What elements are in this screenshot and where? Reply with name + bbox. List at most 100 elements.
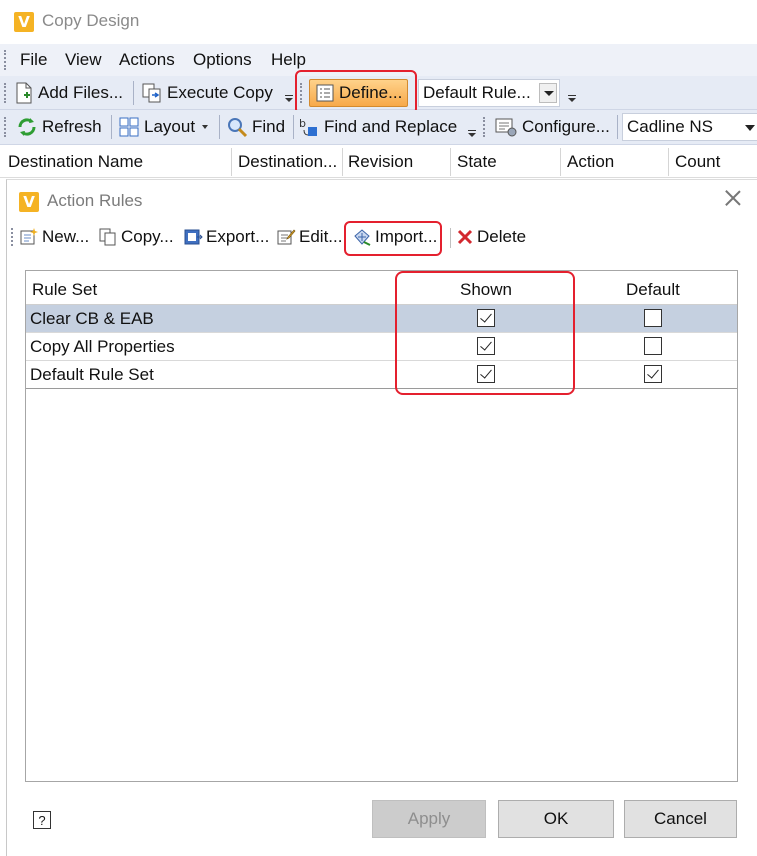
delete-rule-label: Delete bbox=[477, 227, 527, 246]
refresh-label: Refresh bbox=[42, 117, 102, 136]
rule-set-combo-value: Default Rule... bbox=[423, 83, 531, 102]
dialog-toolbar-grip[interactable] bbox=[11, 228, 14, 246]
toolbar-overflow-icon[interactable] bbox=[568, 95, 576, 103]
default-checkbox[interactable] bbox=[644, 309, 662, 327]
rule-set-combo[interactable]: Default Rule... bbox=[418, 79, 560, 107]
new-doc-icon bbox=[19, 227, 39, 247]
export-rule-button[interactable]: Export... bbox=[183, 224, 269, 250]
execute-copy-button[interactable]: Execute Copy bbox=[141, 79, 273, 107]
cancel-button[interactable]: Cancel bbox=[624, 800, 737, 838]
chevron-down-icon[interactable] bbox=[745, 125, 755, 131]
column-state[interactable]: State bbox=[457, 152, 497, 172]
toolbar-separator bbox=[111, 115, 112, 139]
export-rule-label: Export... bbox=[206, 227, 270, 246]
define-highlight-box bbox=[295, 70, 417, 115]
new-rule-button[interactable]: New... bbox=[19, 224, 89, 250]
toolbar2b-grip[interactable] bbox=[483, 117, 486, 137]
find-replace-button[interactable]: b Find and Replace bbox=[298, 113, 457, 141]
copy-rule-button[interactable]: Copy... bbox=[98, 224, 174, 250]
table-row[interactable]: Default Rule Set bbox=[26, 361, 737, 389]
default-checkbox[interactable] bbox=[644, 365, 662, 383]
toolbar-separator bbox=[219, 115, 220, 139]
menu-view[interactable]: View bbox=[65, 50, 102, 70]
layout-label: Layout bbox=[144, 117, 196, 136]
toolbar-overflow-icon[interactable] bbox=[285, 95, 293, 103]
column-destination-name[interactable]: Destination Name bbox=[8, 152, 143, 172]
menu-actions[interactable]: Actions bbox=[119, 50, 175, 70]
rule-set-grid: Rule Set Shown Default Clear CB & EAB Co… bbox=[25, 270, 738, 782]
apply-button[interactable]: Apply bbox=[372, 800, 486, 838]
dialog-title: Action Rules bbox=[47, 191, 143, 210]
main-toolbar: Add Files... Execute Copy Define... Defa… bbox=[0, 70, 757, 115]
help-button[interactable]: ? bbox=[33, 811, 51, 829]
toolbar-separator bbox=[293, 115, 294, 139]
column-divider[interactable] bbox=[668, 148, 669, 176]
column-action[interactable]: Action bbox=[567, 152, 614, 172]
header-default[interactable]: Default bbox=[626, 280, 680, 300]
configure-button[interactable]: Configure... bbox=[494, 113, 610, 141]
rule-grid-header: Rule Set Shown Default bbox=[26, 271, 737, 305]
vault-logo-icon: V bbox=[14, 12, 34, 32]
find-button[interactable]: Find bbox=[226, 113, 285, 141]
toolbar1-grip[interactable] bbox=[4, 83, 7, 103]
copy-icon bbox=[98, 227, 118, 247]
search-icon bbox=[226, 116, 248, 138]
toolbar-separator bbox=[617, 115, 618, 139]
default-checkbox[interactable] bbox=[644, 337, 662, 355]
add-file-icon bbox=[14, 82, 34, 104]
shown-column-highlight-box bbox=[395, 271, 575, 395]
header-rule-set[interactable]: Rule Set bbox=[32, 280, 97, 300]
table-row[interactable]: Clear CB & EAB bbox=[26, 305, 737, 333]
delete-rule-button[interactable]: Delete bbox=[456, 224, 526, 250]
toolbar2-grip[interactable] bbox=[4, 117, 7, 137]
config-combo-value: Cadline NS bbox=[627, 117, 713, 136]
configure-label: Configure... bbox=[522, 117, 610, 136]
edit-rule-label: Edit... bbox=[299, 227, 343, 246]
toolbar-overflow-icon[interactable] bbox=[468, 130, 476, 138]
menubar-grip[interactable] bbox=[4, 50, 7, 70]
ok-button[interactable]: OK bbox=[498, 800, 614, 838]
column-divider[interactable] bbox=[560, 148, 561, 176]
destination-grid-header: Destination Name Destination... Revision… bbox=[0, 146, 757, 178]
secondary-toolbar: Refresh Layout Find b Find and Replace C… bbox=[0, 110, 757, 145]
column-revision[interactable]: Revision bbox=[348, 152, 413, 172]
rule-set-name: Default Rule Set bbox=[30, 365, 154, 384]
window-titlebar: V Copy Design bbox=[0, 0, 757, 44]
chevron-down-icon bbox=[202, 125, 209, 129]
layout-grid-icon bbox=[118, 116, 140, 138]
delete-icon bbox=[456, 228, 474, 246]
svg-text:b: b bbox=[299, 117, 306, 130]
add-files-label: Add Files... bbox=[38, 83, 124, 102]
menu-help[interactable]: Help bbox=[271, 50, 306, 70]
edit-rule-button[interactable]: Edit... bbox=[276, 224, 342, 250]
close-icon[interactable] bbox=[723, 188, 743, 208]
find-replace-label: Find and Replace bbox=[324, 117, 458, 136]
chevron-down-icon[interactable] bbox=[539, 83, 557, 103]
vault-logo-icon: V bbox=[19, 192, 39, 212]
column-divider[interactable] bbox=[342, 148, 343, 176]
export-icon bbox=[183, 227, 203, 247]
replace-icon: b bbox=[298, 116, 320, 138]
edit-icon bbox=[276, 227, 296, 247]
window-title: Copy Design bbox=[42, 11, 140, 30]
config-combo[interactable]: Cadline NS bbox=[622, 113, 757, 141]
execute-copy-label: Execute Copy bbox=[167, 83, 273, 102]
column-destination[interactable]: Destination... bbox=[238, 152, 337, 172]
layout-button[interactable]: Layout bbox=[118, 113, 209, 141]
copy-rule-label: Copy... bbox=[121, 227, 174, 246]
column-divider[interactable] bbox=[450, 148, 451, 176]
refresh-button[interactable]: Refresh bbox=[16, 113, 102, 141]
toolbar-separator bbox=[133, 81, 134, 105]
column-count[interactable]: Count bbox=[675, 152, 720, 172]
rule-set-name: Copy All Properties bbox=[30, 337, 175, 356]
column-divider[interactable] bbox=[231, 148, 232, 176]
add-files-button[interactable]: Add Files... bbox=[14, 79, 123, 107]
menu-file[interactable]: File bbox=[20, 50, 47, 70]
menu-options[interactable]: Options bbox=[193, 50, 252, 70]
import-highlight-box bbox=[344, 221, 442, 256]
new-rule-label: New... bbox=[42, 227, 90, 246]
refresh-icon bbox=[16, 116, 38, 138]
action-rules-dialog: V Action Rules New... Copy... Export... … bbox=[6, 179, 757, 856]
copy-doc-icon bbox=[141, 82, 163, 104]
table-row[interactable]: Copy All Properties bbox=[26, 333, 737, 361]
